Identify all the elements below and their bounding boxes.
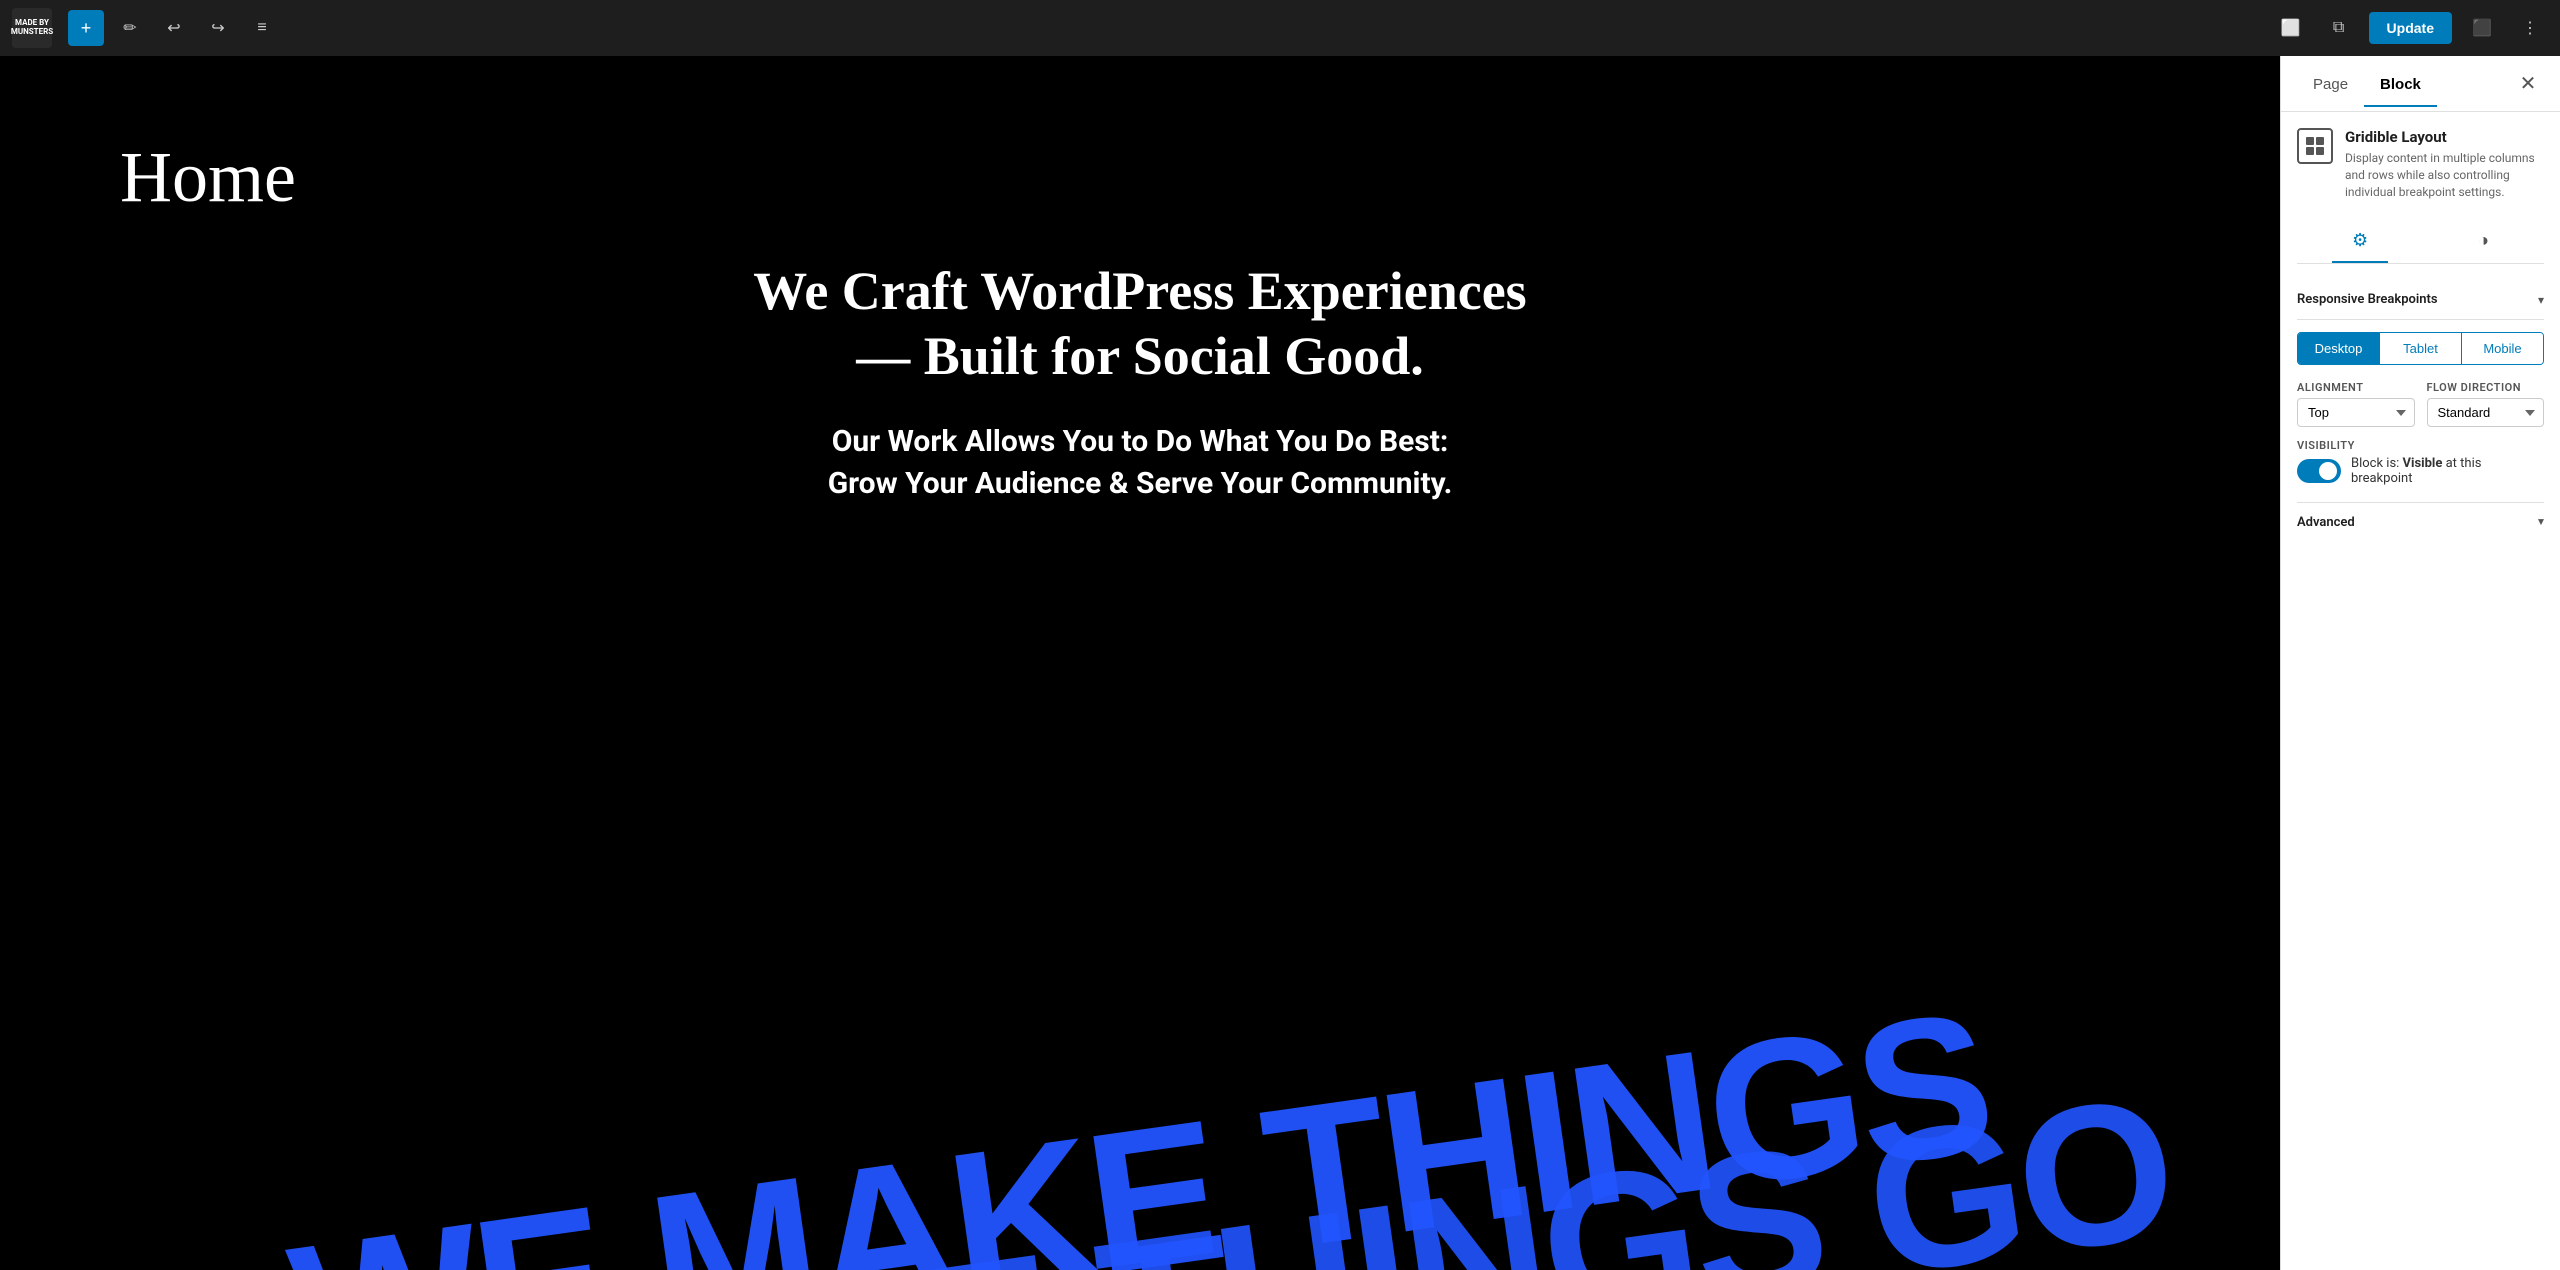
settings-tab-contrast[interactable]: ◑ [2458, 220, 2509, 263]
hero-heading: We Craft WordPress Experiences— Built fo… [753, 259, 1526, 389]
panel-header: Page Block ✕ [2281, 56, 2560, 112]
advanced-title: Advanced [2297, 515, 2355, 530]
hero-subtext: Our Work Allows You to Do What You Do Be… [828, 421, 1453, 505]
flow-group: FLOW DIRECTION Standard Reverse [2427, 381, 2545, 427]
redo-button[interactable]: ↪ [200, 10, 236, 46]
alignment-group: ALIGNMENT Top Middle Bottom [2297, 381, 2415, 427]
settings-tabs: ⚙ ◑ [2297, 220, 2544, 264]
logo: MADE BY MUNSTERS [12, 8, 52, 48]
breakpoints-section-header[interactable]: Responsive Breakpoints ▾ [2297, 280, 2544, 320]
block-icon [2297, 128, 2333, 164]
block-info: Gridible Layout Display content in multi… [2297, 128, 2544, 200]
alignment-select[interactable]: Top Middle Bottom [2297, 398, 2415, 427]
toggle-track [2297, 459, 2341, 483]
preview-button[interactable]: ⧉ [2321, 10, 2357, 46]
flow-select[interactable]: Standard Reverse [2427, 398, 2545, 427]
breakpoint-desktop[interactable]: Desktop [2298, 333, 2380, 364]
advanced-section: Advanced ▴ [2297, 502, 2544, 530]
flow-label: FLOW DIRECTION [2427, 381, 2545, 394]
grid-cell-1 [2306, 137, 2314, 145]
main-layout: Home We Craft WordPress Experiences— Bui… [0, 56, 2560, 1270]
panel-body: Gridible Layout Display content in multi… [2281, 112, 2560, 1270]
tab-block[interactable]: Block [2364, 60, 2437, 107]
alignment-label: ALIGNMENT [2297, 381, 2415, 394]
grid-cell-3 [2306, 147, 2314, 155]
toggle-thumb [2319, 462, 2337, 480]
tab-page[interactable]: Page [2297, 60, 2364, 107]
breakpoint-mobile[interactable]: Mobile [2462, 333, 2543, 364]
desktop-view-button[interactable]: ⬜ [2273, 10, 2309, 46]
canvas-area: Home We Craft WordPress Experiences— Bui… [0, 56, 2280, 1270]
settings-tab-gear[interactable]: ⚙ [2332, 220, 2388, 263]
visibility-toggle[interactable] [2297, 459, 2341, 483]
more-options-button[interactable]: ⋮ [2512, 10, 2548, 46]
toolbar-left: MADE BY MUNSTERS + ✏ ↩ ↪ ≡ [12, 8, 280, 48]
advanced-header[interactable]: Advanced ▴ [2297, 515, 2544, 530]
block-icon-grid [2306, 137, 2324, 155]
undo-button[interactable]: ↩ [156, 10, 192, 46]
update-button[interactable]: Update [2369, 12, 2452, 44]
alignment-flow-row: ALIGNMENT Top Middle Bottom FLOW DIRECTI… [2297, 381, 2544, 427]
close-panel-button[interactable]: ✕ [2512, 68, 2544, 100]
advanced-chevron: ▴ [2538, 516, 2544, 530]
visibility-section: VISIBILITY Block is: Visible at this bre… [2297, 439, 2544, 486]
edit-button[interactable]: ✏ [112, 10, 148, 46]
block-desc: Display content in multiple columns and … [2345, 150, 2544, 200]
grid-cell-2 [2316, 137, 2324, 145]
sidebar-panel: Page Block ✕ Gridible Layout [2280, 56, 2560, 1270]
list-view-button[interactable]: ≡ [244, 10, 280, 46]
toolbar: MADE BY MUNSTERS + ✏ ↩ ↪ ≡ ⬜ ⧉ Update ⬛ … [0, 0, 2560, 56]
block-meta: Gridible Layout Display content in multi… [2345, 128, 2544, 200]
settings-toggle-button[interactable]: ⬛ [2464, 10, 2500, 46]
breakpoint-buttons: Desktop Tablet Mobile [2297, 332, 2544, 365]
visibility-row: Block is: Visible at this breakpoint [2297, 456, 2544, 486]
add-block-button[interactable]: + [68, 10, 104, 46]
visibility-label: VISIBILITY [2297, 439, 2544, 452]
grid-cell-4 [2316, 147, 2324, 155]
panel-tabs: Page Block [2297, 60, 2512, 107]
logo-text: MADE BY MUNSTERS [11, 19, 53, 37]
block-name: Gridible Layout [2345, 128, 2544, 146]
canvas-content: Home We Craft WordPress Experiences— Bui… [0, 56, 2280, 1270]
toolbar-right: ⬜ ⧉ Update ⬛ ⋮ [2273, 10, 2548, 46]
breakpoints-title: Responsive Breakpoints [2297, 292, 2438, 307]
breakpoint-tablet[interactable]: Tablet [2380, 333, 2462, 364]
breakpoints-chevron: ▾ [2538, 293, 2544, 307]
page-title: Home [120, 136, 296, 219]
visibility-text: Block is: Visible at this breakpoint [2351, 456, 2544, 486]
